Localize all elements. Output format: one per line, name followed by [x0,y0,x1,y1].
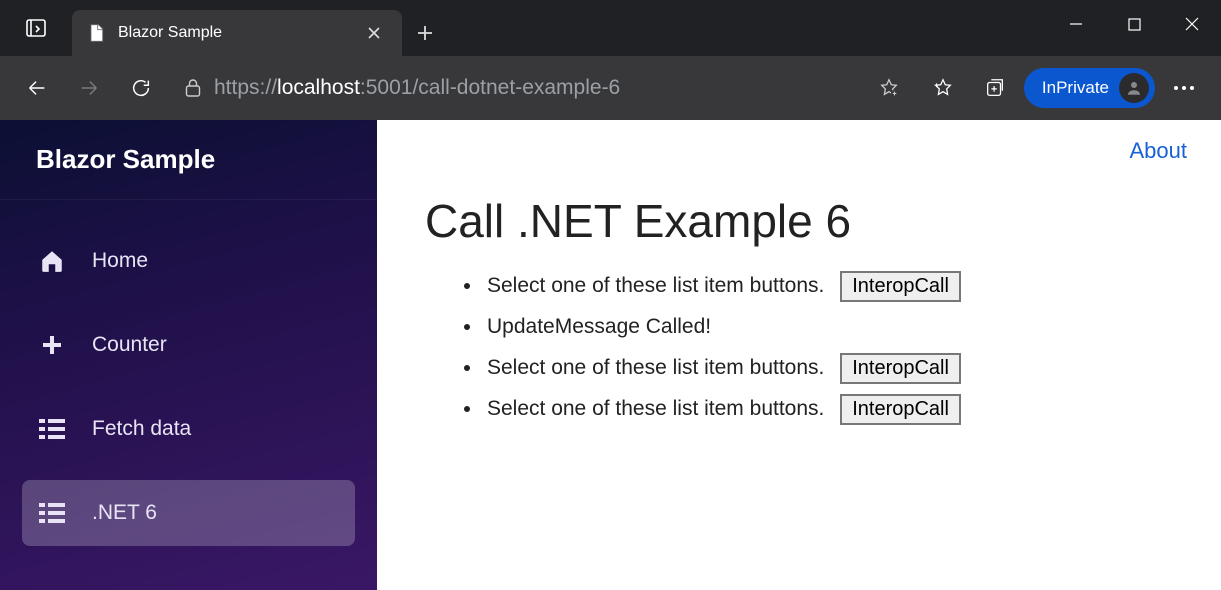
ellipsis-icon [1173,85,1195,91]
refresh-button[interactable] [118,65,164,111]
interop-call-button[interactable]: InteropCall [840,271,961,302]
list-item: Select one of these list item buttons. I… [483,389,1187,430]
add-favorite-button[interactable] [878,77,900,99]
tab-close-button[interactable] [360,19,388,47]
back-button[interactable] [14,65,60,111]
list-item: Select one of these list item buttons. I… [483,348,1187,389]
minimize-button[interactable] [1047,0,1105,48]
arrow-left-icon [26,77,48,99]
browser-tab[interactable]: Blazor Sample [72,10,402,56]
sidebar-item--net-6[interactable]: .NET 6 [22,480,355,546]
window-controls [1047,0,1221,56]
collections-icon [984,77,1006,99]
sidebar-item-label: Counter [92,333,167,357]
main-content: About Call .NET Example 6 Select one of … [377,120,1221,590]
tab-actions-icon [24,16,48,40]
profile-avatar [1119,73,1149,103]
sidebar-nav: Home Counter Fetch data .NET 6 [0,200,377,546]
tab-title: Blazor Sample [118,24,360,42]
url-path: :5001/call-dotnet-example-6 [360,76,620,99]
plus-icon [417,25,433,41]
minimize-icon [1069,17,1083,31]
sidebar-item-counter[interactable]: Counter [22,312,355,378]
url-scheme: https:// [214,76,277,99]
star-icon [932,77,954,99]
maximize-icon [1128,18,1141,31]
interop-call-button[interactable]: InteropCall [840,353,961,384]
inprivate-label: InPrivate [1042,78,1109,98]
list-item-text: Select one of these list item buttons. [487,274,824,297]
url-host: localhost [277,76,360,99]
plus-icon [38,331,66,359]
collections-button[interactable] [972,65,1018,111]
list-item: UpdateMessage Called! [483,307,1187,348]
page: Blazor Sample Home Counter Fetch data .NET … [0,120,1221,590]
forward-button[interactable] [66,65,112,111]
url-text: https://localhost:5001/call-dotnet-examp… [214,76,620,100]
tab-actions-button[interactable] [0,0,72,56]
inprivate-indicator[interactable]: InPrivate [1024,68,1155,108]
new-tab-button[interactable] [402,10,448,56]
browser-chrome: Blazor Sample [0,0,1221,120]
favorites-button[interactable] [920,65,966,111]
list-icon [38,415,66,443]
list-item-text: Select one of these list item buttons. [487,356,824,379]
arrow-right-icon [78,77,100,99]
titlebar: Blazor Sample [0,0,1221,56]
content-topbar: About [425,138,1187,164]
sidebar: Blazor Sample Home Counter Fetch data .NET … [0,120,377,590]
brand-title: Blazor Sample [0,120,377,200]
page-favicon-icon [86,23,106,43]
more-button[interactable] [1161,65,1207,111]
home-icon [38,247,66,275]
list-icon [38,499,66,527]
person-icon [1125,79,1143,97]
list-item-text: Select one of these list item buttons. [487,397,824,420]
maximize-button[interactable] [1105,0,1163,48]
refresh-icon [130,77,152,99]
star-plus-icon [878,77,900,99]
sidebar-item-fetch-data[interactable]: Fetch data [22,396,355,462]
sidebar-item-label: Fetch data [92,417,191,441]
site-info-button[interactable] [184,78,202,98]
item-list: Select one of these list item buttons. I… [425,266,1187,430]
lock-icon [184,78,202,98]
close-icon [1185,17,1199,31]
about-link[interactable]: About [1130,138,1188,164]
address-bar[interactable]: https://localhost:5001/call-dotnet-examp… [170,65,914,111]
interop-call-button[interactable]: InteropCall [840,394,961,425]
close-icon [367,26,381,40]
sidebar-item-label: .NET 6 [92,501,157,525]
sidebar-item-label: Home [92,249,148,273]
window-close-button[interactable] [1163,0,1221,48]
sidebar-item-home[interactable]: Home [22,228,355,294]
list-item-text: UpdateMessage Called! [487,315,711,338]
list-item: Select one of these list item buttons. I… [483,266,1187,307]
page-title: Call .NET Example 6 [425,194,1187,248]
browser-toolbar: https://localhost:5001/call-dotnet-examp… [0,56,1221,120]
